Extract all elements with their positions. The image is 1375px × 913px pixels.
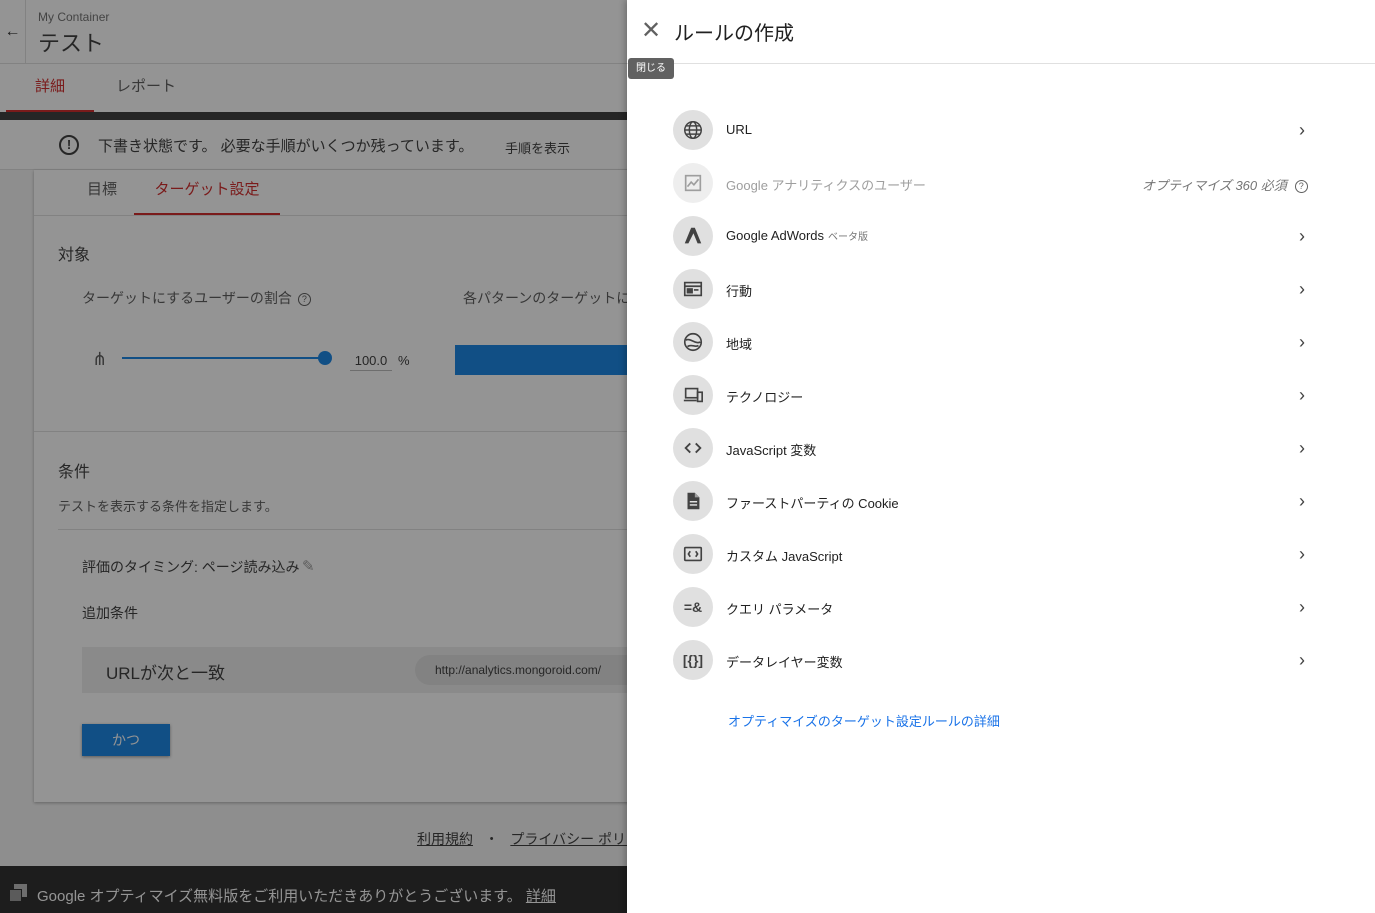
create-rule-panel: ✕ ルールの作成 閉じる URL › Google アナリティクスのユーザー オ… (627, 0, 1375, 913)
rule-label: カスタム JavaScript (726, 549, 843, 564)
devices-icon (673, 375, 713, 415)
close-icon[interactable]: ✕ (639, 18, 663, 44)
adwords-icon (673, 216, 713, 256)
rule-item-behavior[interactable]: 行動 › (673, 263, 1313, 316)
datalayer-icon: [{}] (673, 640, 713, 680)
code-brackets-icon (673, 428, 713, 468)
modal-scrim[interactable] (0, 0, 627, 913)
close-tooltip: 閉じる (628, 58, 674, 79)
rule-label: 地域 (726, 337, 753, 352)
rule-item-geo[interactable]: 地域 › (673, 316, 1313, 369)
chevron-right-icon: › (1299, 650, 1305, 670)
chevron-right-icon: › (1299, 544, 1305, 564)
region-globe-icon (673, 322, 713, 362)
requirement-text: オプティマイズ 360 必須 (1142, 178, 1287, 193)
panel-title: ルールの作成 (674, 23, 794, 45)
panel-header: ✕ ルールの作成 (627, 0, 1375, 64)
chevron-right-icon: › (1299, 226, 1305, 246)
rule-item-technology[interactable]: テクノロジー › (673, 369, 1313, 422)
document-icon (673, 481, 713, 521)
chevron-right-icon: › (1299, 597, 1305, 617)
rule-label: 行動 (726, 284, 753, 299)
rule-label: Google アナリティクスのユーザー (726, 178, 926, 193)
browser-window-icon (673, 269, 713, 309)
custom-code-icon (673, 534, 713, 574)
rule-item-query-param[interactable]: =& クエリ パラメータ › (673, 581, 1313, 634)
chevron-right-icon: › (1299, 279, 1305, 299)
rule-label: Google AdWords ベータ版 (726, 228, 868, 243)
help-icon[interactable]: ? (1294, 180, 1308, 194)
rule-label: ファーストパーティの Cookie (726, 496, 899, 511)
chevron-right-icon: › (1299, 332, 1305, 352)
chevron-right-icon: › (1299, 491, 1305, 511)
rule-item-custom-js[interactable]: カスタム JavaScript › (673, 528, 1313, 581)
rule-label: JavaScript 変数 (726, 443, 817, 458)
requirement-note: オプティマイズ 360 必須? (1142, 175, 1308, 194)
rule-item-cookie[interactable]: ファーストパーティの Cookie › (673, 475, 1313, 528)
rule-item-js-variable[interactable]: JavaScript 変数 › (673, 422, 1313, 475)
beta-badge: ベータ版 (828, 232, 869, 243)
rule-item-datalayer[interactable]: [{}] データレイヤー変数 › (673, 634, 1313, 687)
chevron-right-icon: › (1299, 385, 1305, 405)
globe-icon (673, 110, 713, 150)
targeting-rules-learn-more-link[interactable]: オプティマイズのターゲット設定ルールの詳細 (728, 711, 1000, 730)
rule-item-analytics-users: Google アナリティクスのユーザー オプティマイズ 360 必須? (673, 157, 1313, 210)
chevron-right-icon: › (1299, 438, 1305, 458)
rule-item-url[interactable]: URL › (673, 104, 1313, 157)
rule-label: URL (726, 122, 753, 137)
rule-label: テクノロジー (726, 390, 804, 405)
rule-item-adwords[interactable]: Google AdWords ベータ版 › (673, 210, 1313, 263)
query-param-icon: =& (673, 587, 713, 627)
rule-label: データレイヤー変数 (726, 655, 843, 670)
rule-label-text: Google AdWords (726, 228, 825, 243)
rule-label: クエリ パラメータ (726, 602, 834, 617)
chevron-right-icon: › (1299, 120, 1305, 140)
analytics-chart-icon (673, 163, 713, 203)
